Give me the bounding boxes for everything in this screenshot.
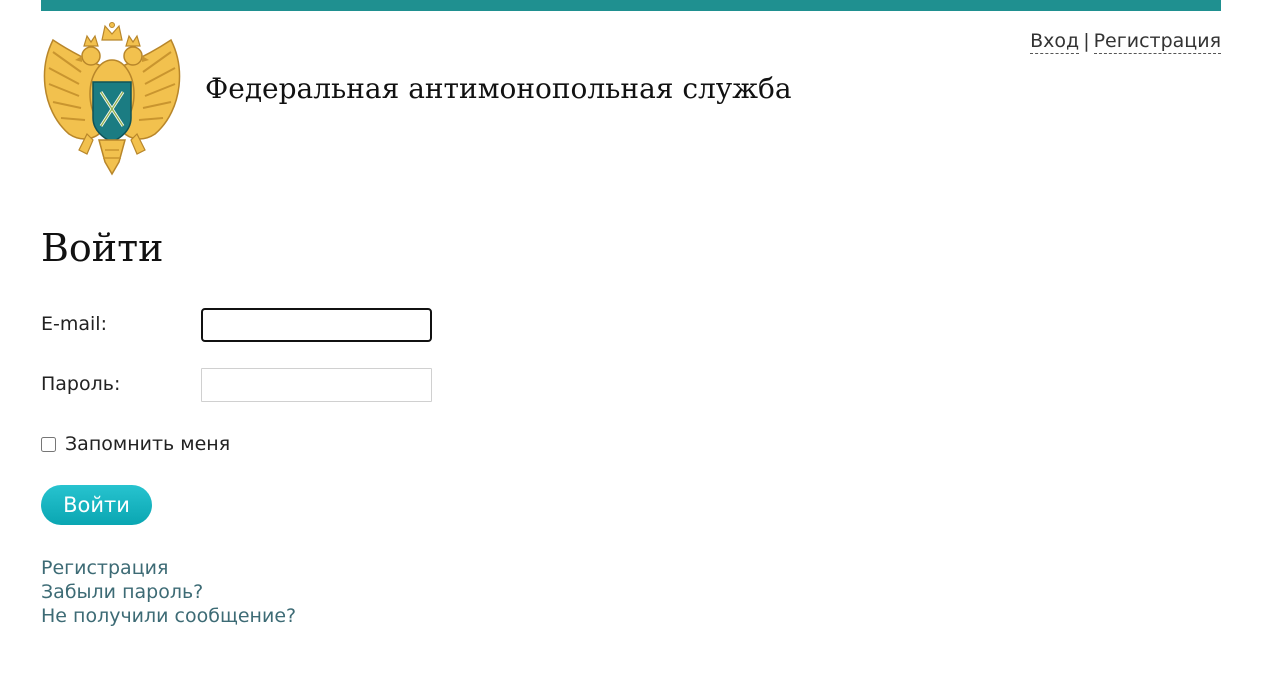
page-title: Войти (41, 226, 164, 270)
top-accent-bar (41, 0, 1221, 11)
forgot-password-link[interactable]: Забыли пароль? (41, 580, 296, 604)
email-label: E-mail: (41, 313, 107, 335)
auth-links: Вход | Регистрация (1030, 30, 1221, 54)
account-help-links: Регистрация Забыли пароль? Не получили с… (41, 556, 296, 628)
password-input[interactable] (201, 368, 432, 402)
login-page: Федеральная антимонопольная служба Вход |… (0, 0, 1283, 693)
agency-name: Федеральная антимонопольная служба (205, 72, 792, 105)
email-input[interactable] (201, 308, 432, 342)
registration-link[interactable]: Регистрация (41, 556, 296, 580)
remember-me: Запомнить меня (41, 433, 230, 455)
resend-message-link[interactable]: Не получили сообщение? (41, 604, 296, 628)
register-link[interactable]: Регистрация (1093, 30, 1221, 54)
login-submit-button[interactable]: Войти (41, 485, 152, 525)
remember-me-label: Запомнить меня (65, 433, 231, 455)
login-link[interactable]: Вход (1030, 30, 1080, 54)
remember-me-checkbox[interactable] (41, 436, 56, 452)
password-label: Пароль: (41, 373, 121, 395)
double-headed-eagle-emblem-icon (43, 22, 181, 176)
auth-links-separator: | (1083, 30, 1090, 52)
